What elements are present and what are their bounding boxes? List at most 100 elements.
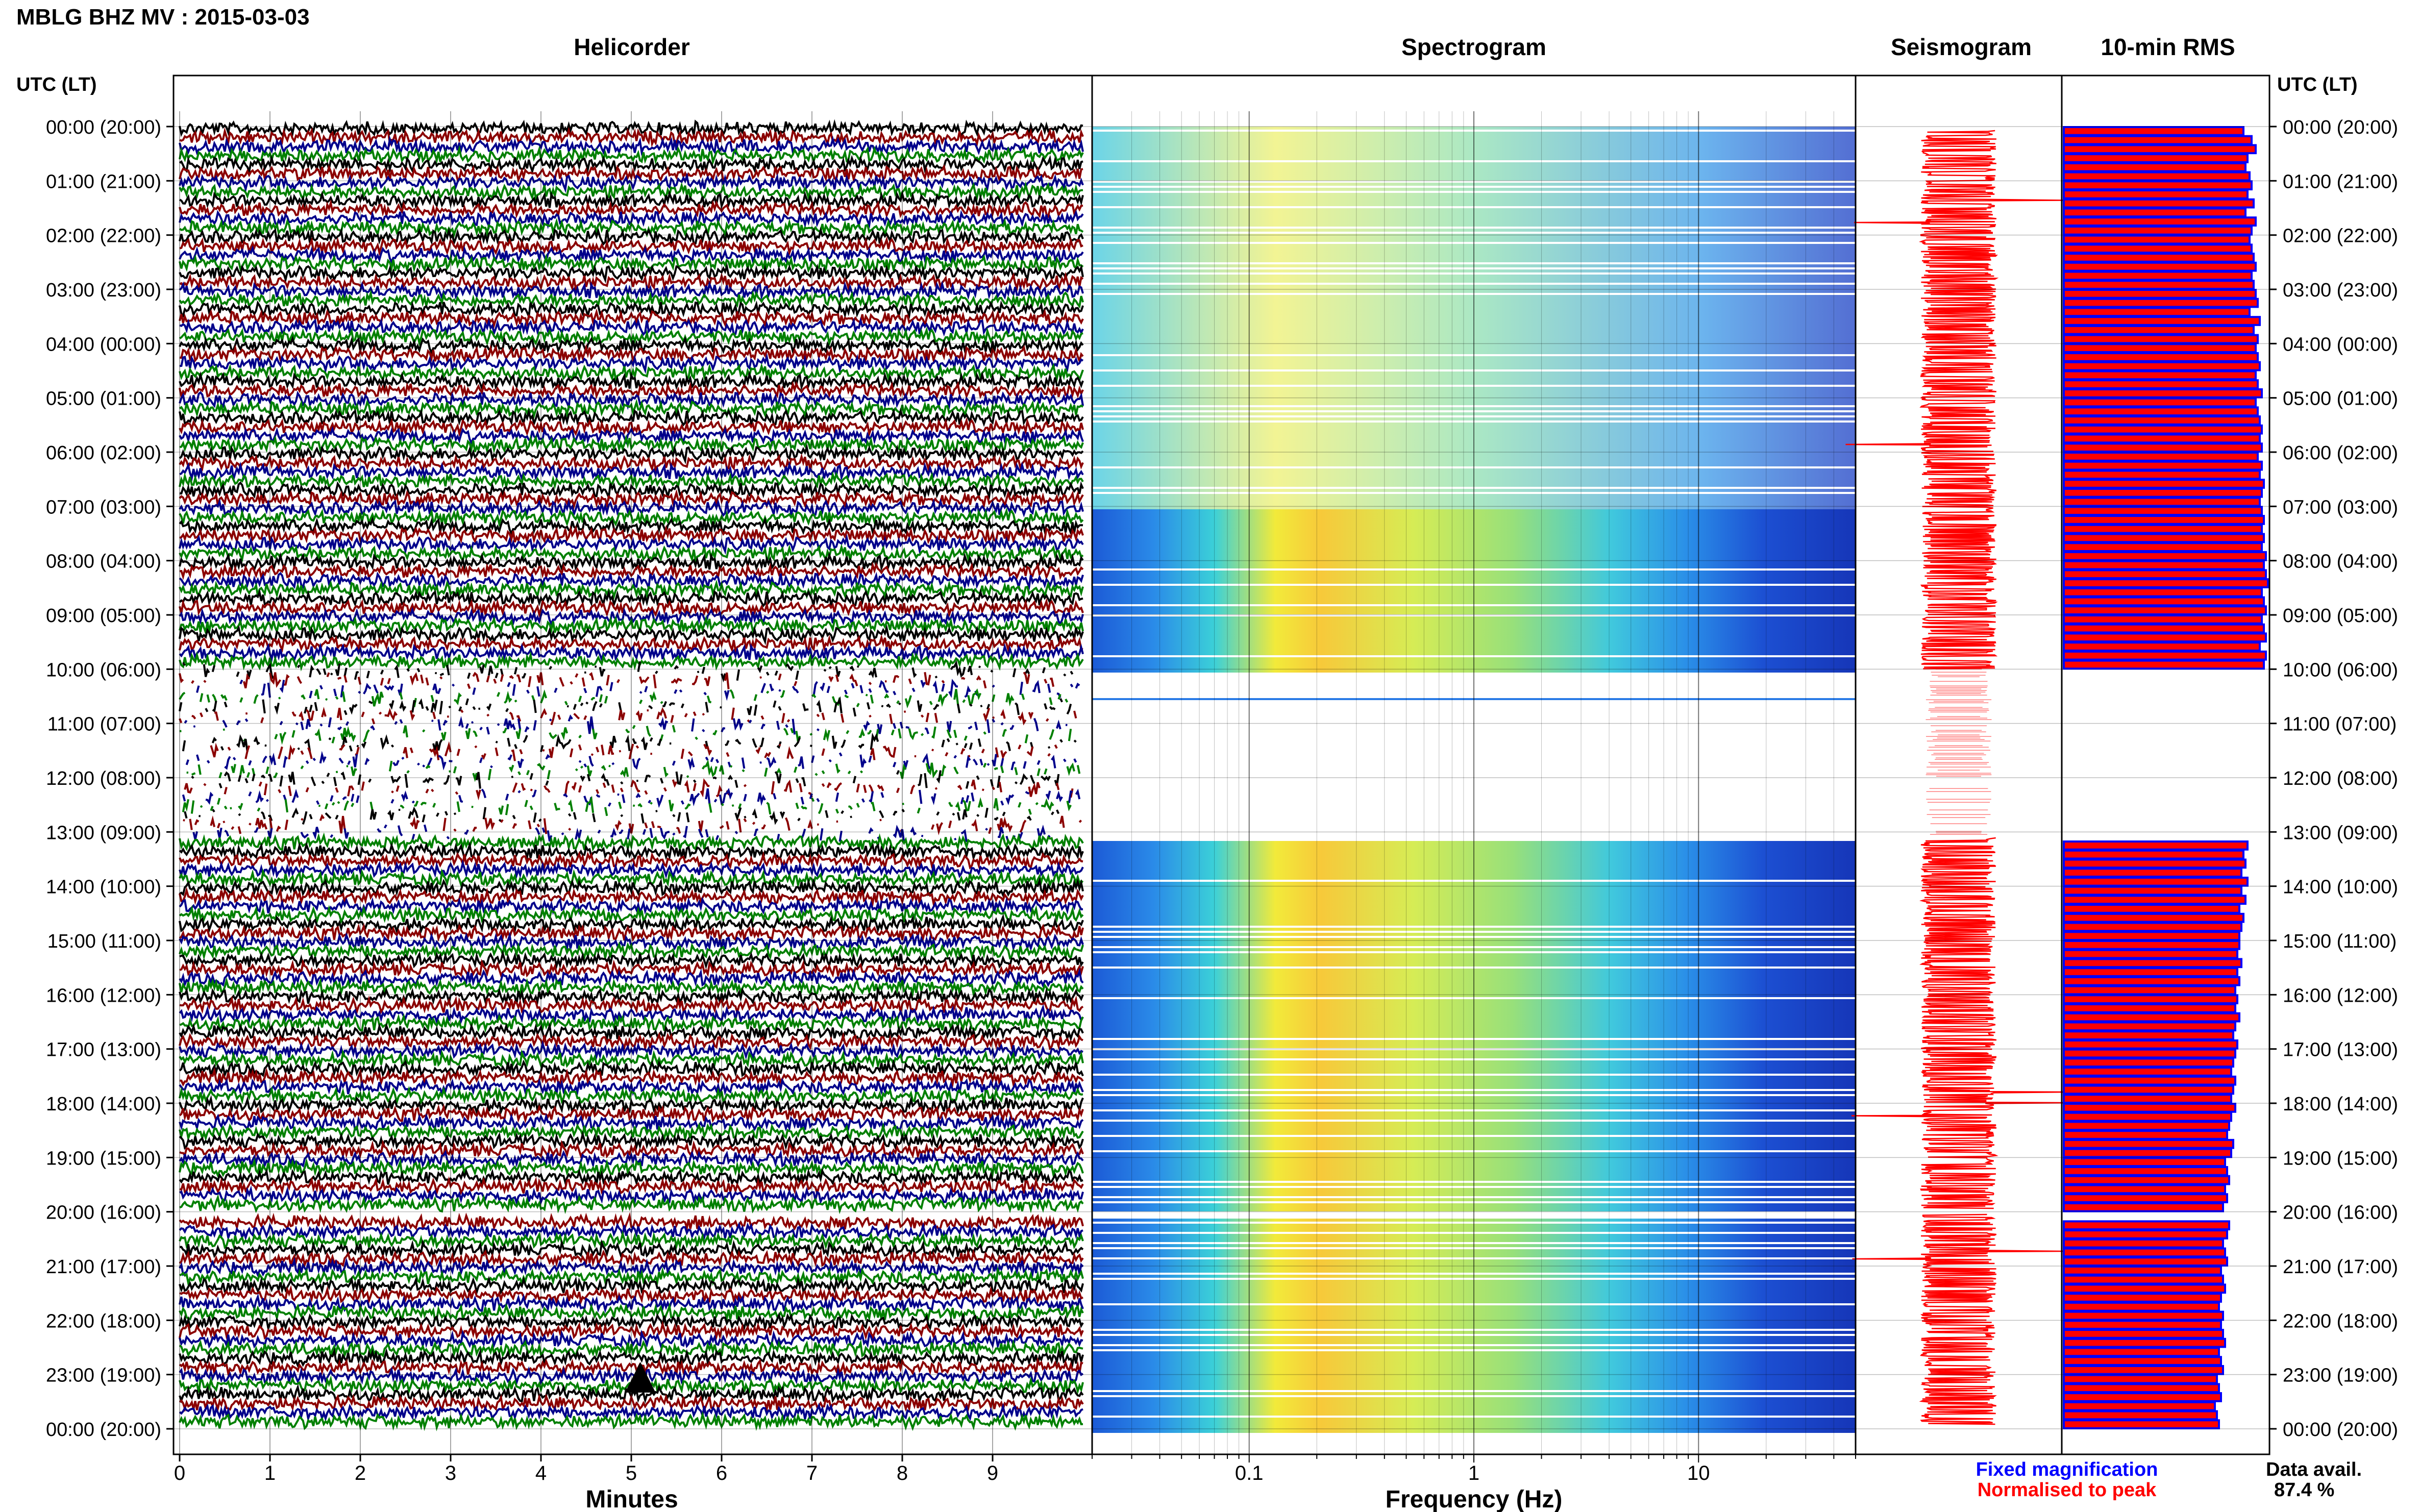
rms-bar [2063,153,2249,163]
rms-bar [2063,569,2267,580]
rms-bar [2063,1347,2220,1357]
rms-title: 10-min RMS [2101,34,2235,60]
legend-normalised-to-peak: Normalised to peak [1978,1479,2157,1501]
rms-bar [2063,144,2257,155]
helicorder-trace [183,788,1083,806]
rms-bar [2063,1310,2224,1321]
rms-bar [2063,216,2257,227]
rms-bar [2063,460,2263,471]
rms-bar [2063,1075,2236,1086]
rms-bar [2063,370,2257,381]
rms-bar [2063,922,2242,932]
rms-bar [2063,1401,2216,1411]
time-label-right: 10:00 (06:00) [2283,659,2398,681]
time-label-left: 14:00 (10:00) [46,877,161,898]
helicorder-tick-label: 1 [264,1462,276,1484]
legend-fixed-magnification: Fixed magnification [1976,1459,2158,1480]
helicorder-trace [185,807,1081,825]
time-label-right: 20:00 (16:00) [2283,1202,2398,1224]
rms-bar [2063,623,2265,634]
spectrogram-xlabel: Frequency (Hz) [1386,1486,1563,1512]
rms-bar [2063,904,2240,914]
rms-bar [2063,1202,2224,1212]
data-availability-value: 87.4 % [2274,1479,2334,1501]
rms-bar [2063,243,2253,254]
time-label-left: 20:00 (16:00) [46,1202,161,1224]
rms-bar [2063,1238,2224,1249]
time-label-left: 15:00 (11:00) [47,931,161,952]
rms-bar [2063,614,2263,625]
rms-bar [2063,325,2255,335]
rms-bar [2063,1030,2234,1040]
rms-bar [2063,343,2257,354]
rms-bar [2063,1256,2228,1267]
rms-bar [2063,1048,2236,1059]
time-label-left: 08:00 (04:00) [46,551,161,573]
time-label-left: 13:00 (09:00) [46,822,161,844]
spectrogram-panel [1092,111,1856,1463]
rms-bar [2063,234,2251,245]
rms-bar [2063,958,2242,969]
rms-bar [2063,424,2263,435]
time-label-left: 07:00 (03:00) [46,497,161,518]
rms-bar [2063,280,2255,290]
time-label-left: 22:00 (18:00) [46,1310,161,1332]
time-label-left: 19:00 (15:00) [46,1148,161,1169]
spectrogram-tick-label: 10 [1687,1462,1710,1484]
rms-bar [2063,1193,2228,1203]
rms-bar [2063,912,2244,923]
time-label-right: 11:00 (07:00) [2283,714,2397,735]
rms-bar [2063,253,2255,263]
rms-bar [2063,1392,2222,1402]
helicorder-tick-label: 8 [897,1462,908,1484]
rms-bar [2063,1247,2226,1258]
rms-bar [2063,940,2240,950]
rms-bar [2063,587,2263,598]
helicorder-panel [180,111,1083,1461]
rms-bar [2063,316,2261,326]
time-label-right: 13:00 (09:00) [2283,822,2398,844]
rms-bar [2063,1229,2228,1240]
rms-bar [2063,985,2236,996]
helicorder-tick-label: 5 [626,1462,637,1484]
rms-bar [2063,1337,2226,1348]
rms-bar [2063,1329,2224,1339]
time-label-left: 18:00 (14:00) [46,1094,161,1115]
rms-bar [2063,1283,2226,1294]
rms-bar [2063,198,2255,209]
time-label-left: 04:00 (00:00) [46,334,161,355]
time-label-right: 21:00 (17:00) [2283,1256,2398,1278]
time-label-left: 23:00 (19:00) [46,1365,161,1386]
helicorder-tick-label: 2 [355,1462,366,1484]
spectrogram-tick-label: 1 [1468,1462,1479,1484]
time-label-left: 00:00 (20:00) [46,117,161,138]
rms-bar [2063,1175,2230,1185]
rms-bar [2063,1094,2232,1104]
rms-bar [2063,876,2249,887]
rms-bar [2063,497,2261,507]
time-label-right: 07:00 (03:00) [2283,497,2398,518]
time-label-left: 21:00 (17:00) [46,1256,161,1278]
rms-bar [2063,126,2244,136]
rms-bar [2063,298,2259,308]
time-label-right: 00:00 (20:00) [2283,117,2398,138]
helicorder-tick-label: 7 [806,1462,818,1484]
time-label-right: 14:00 (10:00) [2283,877,2398,898]
rms-bar [2063,1103,2236,1113]
rms-bar [2063,1166,2228,1176]
seismogram-sparse [1926,668,1992,835]
rms-bar [2063,415,2261,426]
time-label-left: 00:00 (20:00) [46,1419,161,1441]
rms-bar [2063,1138,2234,1149]
time-label-right: 06:00 (02:00) [2283,442,2398,464]
time-label-right: 19:00 (15:00) [2283,1148,2398,1169]
rms-bar [2063,858,2247,869]
rms-bar [2063,162,2247,172]
rms-bar [2063,1266,2222,1276]
rms-bar [2063,1419,2220,1429]
helicorder-xlabel: Minutes [585,1486,678,1512]
spectrogram-tick-label: 0.1 [1235,1462,1264,1484]
rms-bar [2063,578,2269,588]
helicorder-tick-label: 9 [987,1462,998,1484]
rms-bar [2063,849,2244,860]
